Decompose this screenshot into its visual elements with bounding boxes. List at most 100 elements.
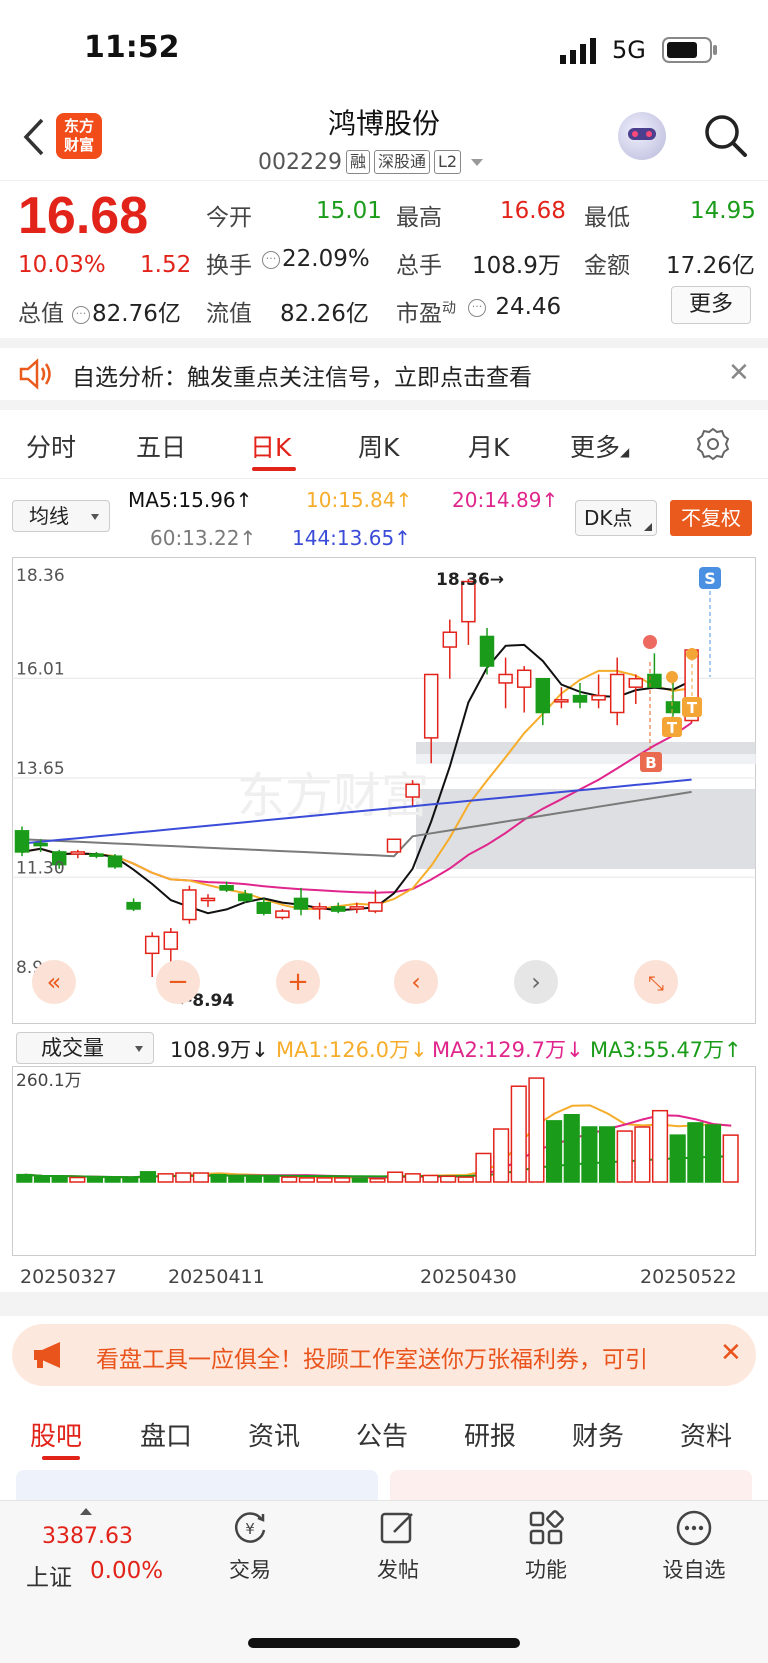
feed-card[interactable] bbox=[390, 1470, 752, 1500]
zone-band bbox=[416, 754, 756, 764]
trade-signal-label: T bbox=[687, 699, 698, 717]
tab-announcements[interactable]: 公告 bbox=[356, 1416, 408, 1453]
volume-bar bbox=[457, 1176, 474, 1183]
date-label: 20250411 bbox=[168, 1266, 265, 1288]
volume-bar bbox=[493, 1128, 510, 1183]
market-cap-value: ··· 82.76亿 bbox=[72, 294, 181, 328]
volume-bar bbox=[404, 1173, 421, 1183]
volume-bar bbox=[475, 1152, 492, 1183]
candle bbox=[256, 901, 272, 914]
tab-order-book[interactable]: 盘口 bbox=[140, 1416, 192, 1453]
nav-add-watchlist[interactable]: 设自选 bbox=[644, 1508, 744, 1584]
plus-icon: + bbox=[287, 967, 309, 997]
y-tick-label: 16.01 bbox=[16, 659, 65, 679]
volume-ma1: MA1:126.0万↓ bbox=[276, 1038, 428, 1062]
indicator-select-label: 均线 bbox=[29, 504, 69, 528]
tab-weekly-k[interactable]: 周K bbox=[358, 428, 399, 464]
volume-bar bbox=[16, 1173, 33, 1183]
assistant-avatar[interactable] bbox=[618, 112, 666, 160]
alert-text[interactable]: 自选分析：触发重点关注信号，立即点击查看 bbox=[72, 358, 532, 392]
section-separator bbox=[0, 1292, 768, 1316]
tab-five-day[interactable]: 五日 bbox=[136, 428, 186, 464]
section-separator bbox=[0, 400, 768, 410]
signal-dot bbox=[643, 635, 657, 649]
volume-bar bbox=[263, 1176, 280, 1183]
volume-bar bbox=[369, 1177, 386, 1183]
market-cap-text: 82.76亿 bbox=[92, 301, 181, 327]
nav-post-label: 发帖 bbox=[377, 1558, 419, 1582]
ma20-value: 20:14.89↑ bbox=[452, 488, 559, 512]
volume-ma2: MA2:129.7万↓ bbox=[432, 1038, 584, 1062]
last-price: 16.68 bbox=[18, 187, 149, 245]
volume-bar bbox=[122, 1177, 139, 1183]
volume-bar bbox=[104, 1177, 121, 1183]
market-cap-label: 总值 bbox=[18, 301, 64, 327]
candle bbox=[33, 842, 48, 847]
volume-bar bbox=[175, 1172, 192, 1183]
pe-label-text: 市盈 bbox=[396, 301, 442, 327]
home-indicator bbox=[248, 1638, 520, 1648]
volume-bar bbox=[33, 1176, 51, 1183]
date-label: 20250522 bbox=[640, 1266, 737, 1288]
nav-functions-label: 功能 bbox=[525, 1558, 567, 1582]
no-adjust-button[interactable]: 不复权 bbox=[670, 500, 752, 536]
nav-post[interactable]: 发帖 bbox=[348, 1508, 448, 1584]
pe-dynamic-sup: 动 bbox=[442, 300, 456, 317]
date-label: 20250327 bbox=[20, 1266, 117, 1288]
tab-guba[interactable]: 股吧 bbox=[30, 1416, 82, 1453]
shanghai-index-value[interactable]: 3387.63 bbox=[42, 1524, 133, 1549]
nav-trade[interactable]: ¥ 交易 bbox=[200, 1508, 300, 1584]
speaker-icon bbox=[19, 358, 51, 390]
candle bbox=[70, 851, 86, 855]
tab-research[interactable]: 研报 bbox=[464, 1416, 516, 1453]
watermark: 东方财富 bbox=[237, 768, 429, 824]
volume-bar bbox=[510, 1085, 527, 1183]
candle bbox=[14, 830, 30, 853]
volume-bar bbox=[351, 1177, 368, 1183]
promo-banner[interactable]: 看盘工具一应俱全！投顾工作室送你万张福利券，可引 ✕ bbox=[12, 1324, 756, 1386]
nav-functions[interactable]: 功能 bbox=[496, 1508, 596, 1584]
dk-point-button[interactable]: DK点 bbox=[575, 500, 657, 536]
volume-bar bbox=[192, 1172, 209, 1183]
volume-bar bbox=[704, 1124, 722, 1183]
y-tick-label: 13.65 bbox=[16, 759, 65, 779]
volume-indicator-select[interactable]: 成交量 bbox=[16, 1032, 154, 1064]
sell-signal-label: S bbox=[704, 569, 716, 588]
tab-intraday[interactable]: 分时 bbox=[26, 428, 76, 464]
corner-arrow-icon: ◢ bbox=[620, 445, 630, 459]
tab-news[interactable]: 资讯 bbox=[248, 1416, 300, 1453]
tab-financials[interactable]: 财务 bbox=[572, 1416, 624, 1453]
feed-card[interactable] bbox=[16, 1470, 378, 1500]
more-dots-icon bbox=[676, 1510, 712, 1546]
more-button[interactable]: 更多 bbox=[671, 286, 751, 324]
volume-chart[interactable]: 260.1万 bbox=[12, 1066, 756, 1256]
signal-icon bbox=[560, 38, 596, 64]
close-icon[interactable]: ✕ bbox=[720, 1338, 742, 1368]
trade-icon: ¥ bbox=[235, 1512, 266, 1543]
indicator-select[interactable]: 均线 bbox=[12, 500, 110, 532]
stock-code-row[interactable]: 002229 融 深股通 L2 bbox=[258, 148, 484, 176]
volume-max-label: 260.1万 bbox=[16, 1071, 82, 1091]
tab-monthly-k[interactable]: 月K bbox=[468, 428, 509, 464]
chevron-down-icon bbox=[471, 158, 484, 166]
candle bbox=[423, 673, 439, 739]
gear-icon[interactable] bbox=[695, 426, 731, 462]
candle bbox=[368, 901, 383, 912]
volume-bar bbox=[616, 1130, 633, 1183]
high-label: 最高 bbox=[396, 205, 442, 231]
change-percent: 10.03% bbox=[18, 252, 106, 278]
tag-connect: 深股通 bbox=[374, 150, 431, 174]
volume-select-label: 成交量 bbox=[41, 1036, 104, 1060]
date-label: 20250430 bbox=[420, 1266, 517, 1288]
close-icon[interactable]: ✕ bbox=[728, 358, 750, 388]
expand-up-icon[interactable] bbox=[80, 1508, 92, 1515]
tab-more[interactable]: 更多◢ bbox=[570, 428, 629, 464]
kline-chart[interactable]: 东方财富 18.3616.0113.6511.308.94 18.36→ ←8.… bbox=[12, 557, 756, 1024]
tab-profile[interactable]: 资料 bbox=[680, 1416, 732, 1453]
volume-ma3: MA3:55.47万↑ bbox=[590, 1038, 742, 1062]
search-icon[interactable] bbox=[702, 112, 748, 158]
battery-icon bbox=[662, 37, 717, 63]
volume-bar bbox=[281, 1176, 298, 1183]
tab-daily-k[interactable]: 日K bbox=[250, 428, 291, 464]
pe-value-text: 24.46 bbox=[495, 294, 562, 320]
